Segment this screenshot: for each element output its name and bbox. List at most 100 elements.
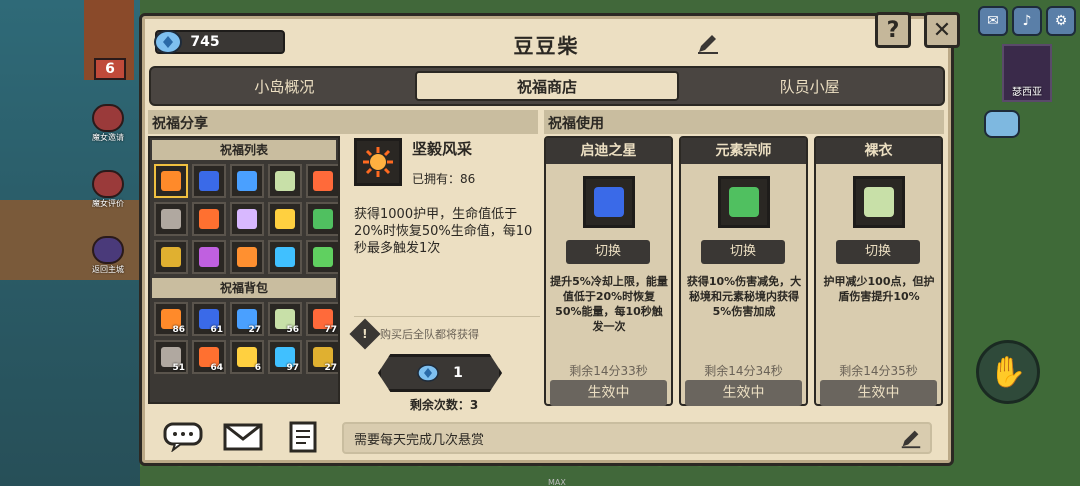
sound-icon[interactable]: ♪ bbox=[1012, 6, 1042, 36]
witch-icon bbox=[92, 170, 124, 198]
blessing-bag-title: 祝福背包 bbox=[152, 278, 336, 298]
witch-invite-button[interactable]: 魔女邀请 bbox=[88, 104, 128, 144]
blessing-shop-panel: 745 豆豆柴 ? ✕ 小岛概况 祝福商店 队员小屋 祝福分享 祝福列表 祝福背… bbox=[139, 12, 960, 466]
interact-hand-button[interactable]: ✋ bbox=[976, 340, 1040, 404]
bottom-bar: 需要每天完成几次悬赏 bbox=[148, 414, 948, 462]
active-blessing-card: 裸衣 切换 护甲减少100点，但护盾伤害提升10% 剩余14分35秒 生效中 bbox=[814, 136, 943, 406]
blessing-list-item[interactable] bbox=[230, 164, 264, 198]
blessing-icon bbox=[583, 176, 635, 228]
blessing-list-item[interactable] bbox=[306, 240, 338, 274]
owned-count: 已拥有：86 bbox=[412, 172, 476, 186]
active-blessing-card: 元素宗师 切换 获得10%伤害减免，大秘境和元素秘境内获得5%伤害加成 剩余14分34… bbox=[679, 136, 808, 406]
blessing-bag-item[interactable]: 86 bbox=[154, 302, 188, 336]
card-title: 裸衣 bbox=[816, 138, 941, 164]
blessing-list-item[interactable] bbox=[192, 164, 226, 198]
blessing-bag-item[interactable]: 27 bbox=[306, 340, 338, 374]
blessing-icon bbox=[237, 209, 257, 229]
gem-float-icon[interactable] bbox=[984, 110, 1020, 138]
blessing-icon bbox=[313, 171, 333, 191]
blessing-list-item[interactable] bbox=[154, 202, 188, 236]
tab-island-overview[interactable]: 小岛概况 bbox=[154, 71, 415, 101]
gear-icon[interactable]: ⚙ bbox=[1046, 6, 1076, 36]
blessing-icon bbox=[313, 209, 333, 229]
blessing-bag-item[interactable]: 64 bbox=[192, 340, 226, 374]
chat-bubble-icon[interactable] bbox=[162, 422, 204, 452]
card-description: 提升5%冷却上限，能量值低于20%时恢复50%能量，每10秒触发一次 bbox=[550, 275, 668, 333]
blessing-list-item[interactable] bbox=[268, 202, 302, 236]
level-badge[interactable]: 6 bbox=[94, 58, 126, 80]
item-count: 64 bbox=[210, 363, 223, 373]
blessing-list-item[interactable] bbox=[154, 240, 188, 274]
blessing-list-title: 祝福列表 bbox=[152, 140, 336, 160]
blessing-bag-grid: 86 61 27 56 77 51 64 6 97 27 bbox=[150, 300, 338, 376]
active-blessing-cards: 启迪之星切换提升5%冷却上限，能量值低于20%时恢复50%能量，每10秒触发一次… bbox=[544, 136, 944, 406]
blessing-icon bbox=[199, 171, 219, 191]
page-title: 豆豆柴 bbox=[513, 34, 580, 58]
left-hud: 魔女邀请 魔女评价 返回主城 bbox=[88, 104, 128, 302]
mail-icon[interactable]: ✉ bbox=[978, 6, 1008, 36]
teammate-avatar[interactable]: 瑟西亚 bbox=[1002, 44, 1052, 102]
item-count: 86 bbox=[172, 325, 185, 335]
blessing-list-item[interactable] bbox=[154, 164, 188, 198]
blessing-list-item[interactable] bbox=[230, 202, 264, 236]
blessing-icon bbox=[161, 247, 181, 267]
item-count: 51 bbox=[172, 363, 185, 373]
switch-button[interactable]: 切换 bbox=[566, 240, 650, 264]
max-label: MAX bbox=[548, 478, 566, 486]
blessing-bag-item[interactable]: 56 bbox=[268, 302, 302, 336]
help-button[interactable]: ? bbox=[875, 12, 911, 48]
blessing-bag-item[interactable]: 27 bbox=[230, 302, 264, 336]
edit-icon[interactable] bbox=[898, 426, 924, 450]
blessing-icon bbox=[275, 171, 295, 191]
tab-member-house[interactable]: 队员小屋 bbox=[679, 71, 940, 101]
blessing-list-item[interactable] bbox=[306, 164, 338, 198]
return-main-city-button[interactable]: 返回主城 bbox=[88, 236, 128, 276]
blessing-list-item[interactable] bbox=[268, 164, 302, 198]
card-title: 启迪之星 bbox=[546, 138, 671, 164]
blessing-bag-item[interactable]: 77 bbox=[306, 302, 338, 336]
item-count: 27 bbox=[324, 363, 337, 373]
blessing-bag-item[interactable]: 51 bbox=[154, 340, 188, 374]
close-button[interactable]: ✕ bbox=[924, 12, 960, 48]
buy-button[interactable]: 1 bbox=[378, 354, 502, 392]
switch-button[interactable]: 切换 bbox=[836, 240, 920, 264]
blessing-bag-item[interactable]: 97 bbox=[268, 340, 302, 374]
notes-icon[interactable] bbox=[282, 421, 324, 453]
blessing-list-item[interactable] bbox=[192, 240, 226, 274]
witch-review-button[interactable]: 魔女评价 bbox=[88, 170, 128, 210]
remaining-time: 剩余14分35秒 bbox=[839, 364, 918, 378]
blessing-name: 坚毅风采 bbox=[412, 140, 473, 158]
blessing-icon bbox=[237, 171, 257, 191]
active-status-button[interactable]: 生效中 bbox=[820, 380, 937, 406]
active-status-button[interactable]: 生效中 bbox=[685, 380, 802, 406]
active-status-button[interactable]: 生效中 bbox=[550, 380, 667, 406]
return-label: 返回主城 bbox=[92, 265, 124, 274]
blessing-list-item[interactable] bbox=[192, 202, 226, 236]
switch-button[interactable]: 切换 bbox=[701, 240, 785, 264]
edit-icon[interactable] bbox=[695, 30, 721, 56]
blessing-bag-item[interactable]: 61 bbox=[192, 302, 226, 336]
item-count: 61 bbox=[210, 325, 223, 335]
blessing-detail-icon bbox=[354, 138, 402, 186]
mail-icon[interactable] bbox=[222, 422, 264, 452]
blessing-bag-item[interactable]: 6 bbox=[230, 340, 264, 374]
chat-input[interactable]: 需要每天完成几次悬赏 bbox=[342, 422, 932, 454]
blessing-description: 获得1000护甲，生命值低于20%时恢复50%生命值，每10秒最多触发1次 bbox=[354, 207, 533, 256]
blessing-icon bbox=[853, 176, 905, 228]
title-bar: 745 豆豆柴 ? ✕ bbox=[142, 12, 960, 66]
gem-icon bbox=[417, 364, 439, 382]
purchase-note-text: 购买后全队都将获得 bbox=[380, 328, 479, 341]
blessing-use-section: 祝福使用 启迪之星 切换 提升5%冷却上限，能量值低于20%时恢复50%能量，每10… bbox=[544, 110, 944, 406]
blessing-icon bbox=[313, 247, 333, 267]
teammate-name: 瑟西亚 bbox=[1012, 87, 1042, 98]
tab-bar: 小岛概况 祝福商店 队员小屋 bbox=[149, 66, 945, 106]
tab-blessing-shop[interactable]: 祝福商店 bbox=[414, 71, 680, 101]
remaining-time: 剩余14分34秒 bbox=[704, 364, 783, 378]
blessing-list-item[interactable] bbox=[306, 202, 338, 236]
section-title: 祝福分享 bbox=[148, 110, 538, 134]
blessing-icon bbox=[237, 247, 257, 267]
blessing-list-item[interactable] bbox=[268, 240, 302, 274]
blessing-list-item[interactable] bbox=[230, 240, 264, 274]
item-count: 77 bbox=[324, 325, 337, 335]
active-blessing-card: 启迪之星切换提升5%冷却上限，能量值低于20%时恢复50%能量，每10秒触发一次… bbox=[544, 136, 673, 406]
